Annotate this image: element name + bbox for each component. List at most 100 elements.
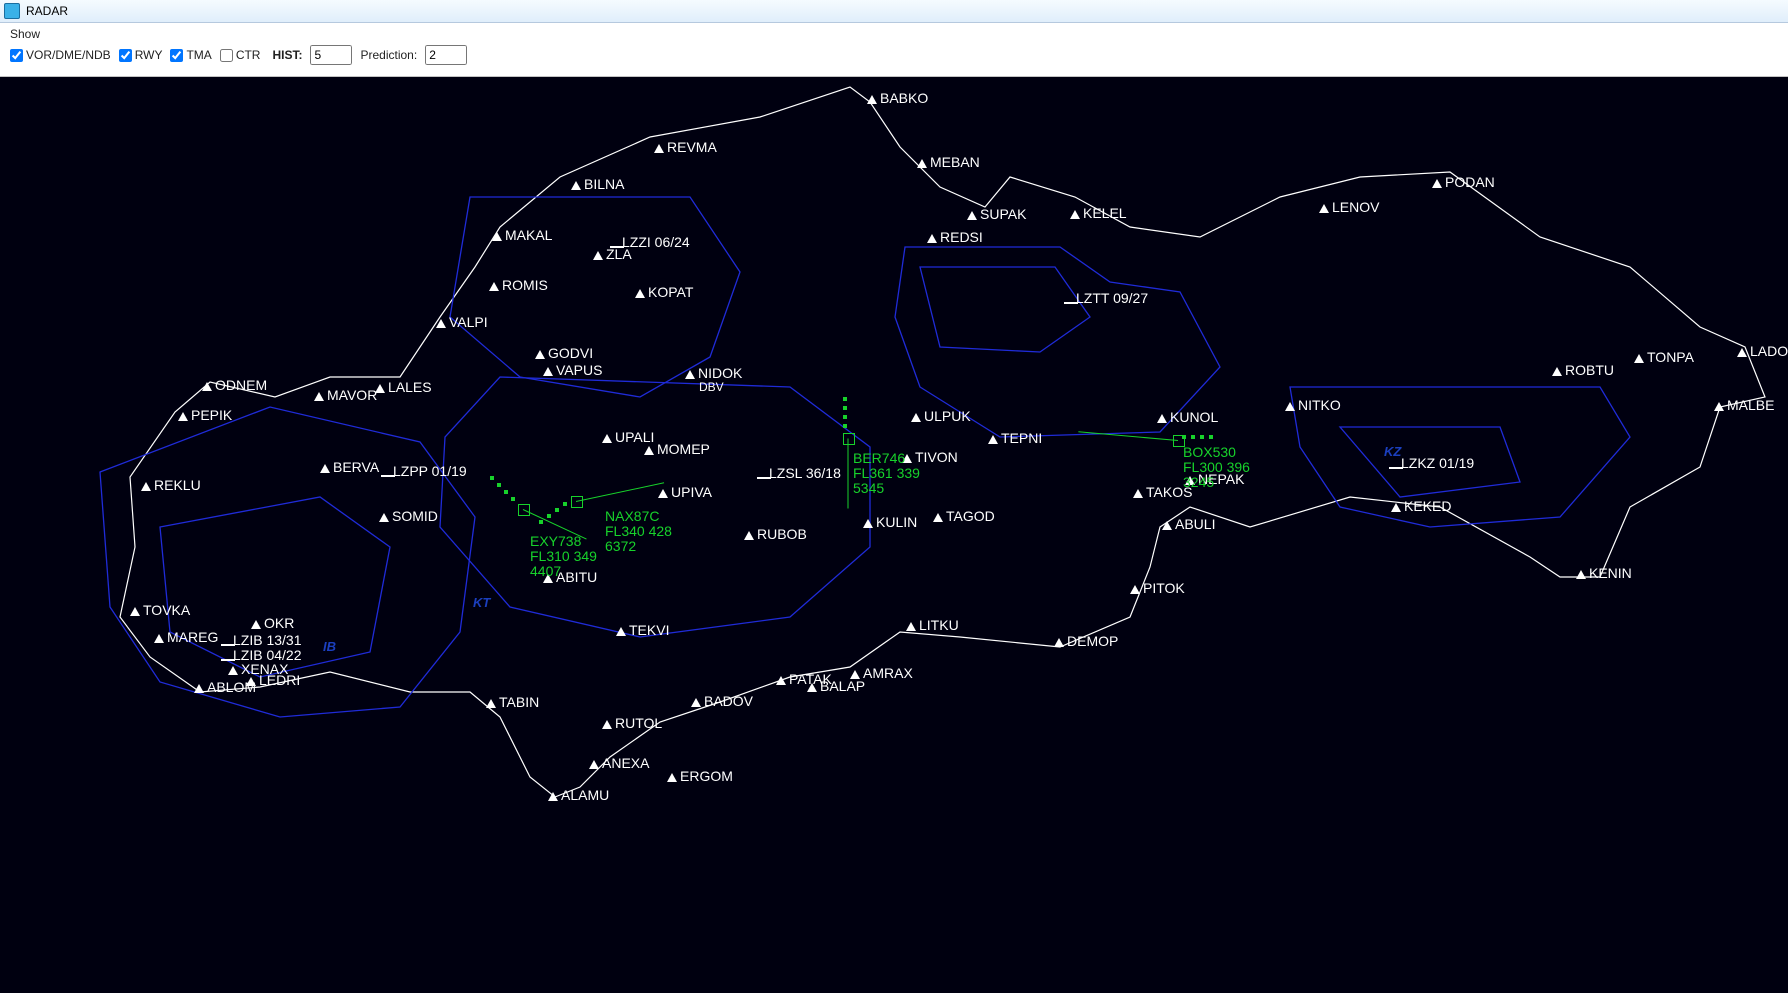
waypoint-icon (194, 684, 204, 693)
waypoint-label: GODVI (548, 345, 593, 361)
waypoint-label: MAKAL (505, 227, 552, 243)
waypoint-lenov: LENOV (1319, 199, 1379, 215)
aircraft-history-dot (555, 508, 559, 512)
waypoint-label: SOMID (392, 508, 438, 524)
waypoint-label: KENIN (1589, 565, 1632, 581)
app-icon (4, 3, 20, 19)
waypoint-babko: BABKO (867, 90, 928, 106)
waypoint-icon (228, 666, 238, 675)
waypoint-label: ULPUK (924, 408, 971, 424)
window-title: RADAR (26, 4, 68, 18)
toolbar: Show VOR/DME/NDB RWY TMA CTR HIST: Predi… (0, 23, 1788, 77)
waypoint-badov: BADOV (691, 693, 753, 709)
waypoint-label: ABLOM (207, 679, 256, 695)
waypoint-icon (667, 773, 677, 782)
nav-label: KZ (1384, 444, 1401, 459)
waypoint-icon (635, 289, 645, 298)
runway-lzib0422: LZIB 04/22 (233, 647, 302, 663)
waypoint-ulpuk: ULPUK (911, 408, 971, 424)
waypoint-kelel: KELEL (1070, 205, 1127, 221)
aircraft-history-dot (843, 406, 847, 410)
aircraft-callsign: BOX530 (1183, 445, 1250, 460)
waypoint-redsi: REDSI (927, 229, 983, 245)
waypoint-tonpa: TONPA (1634, 349, 1694, 365)
ctr-checkbox-input[interactable] (220, 49, 233, 62)
waypoint-label: KELEL (1083, 205, 1127, 221)
waypoint-icon (436, 319, 446, 328)
runway-lzkz0119: LZKZ 01/19 (1401, 455, 1474, 471)
rwy-checkbox[interactable]: RWY (119, 48, 163, 62)
aircraft-target-icon (843, 433, 855, 445)
waypoint-label: TOVKA (143, 602, 190, 618)
waypoint-nidok: NIDOKDBV (685, 365, 742, 393)
aircraft-history-dot (497, 483, 501, 487)
waypoint-icon (911, 413, 921, 422)
radar-display[interactable]: BABKOREVMAMEBANBILNAPODANLENOVSUPAKKELEL… (0, 77, 1788, 993)
waypoint-litku: LITKU (906, 617, 959, 633)
vor-checkbox[interactable]: VOR/DME/NDB (10, 48, 111, 62)
waypoint-icon (486, 699, 496, 708)
ctr-checkbox[interactable]: CTR (220, 48, 261, 62)
waypoint-icon (988, 435, 998, 444)
waypoint-bilna: BILNA (571, 176, 624, 192)
aircraft-datablock[interactable]: NAX87CFL340 4286372 (605, 509, 672, 554)
waypoint-label: DEMOP (1067, 633, 1118, 649)
waypoint-label: RUTOL (615, 715, 662, 731)
waypoint-label: LEDRI (259, 672, 300, 688)
waypoint-icon (1634, 354, 1644, 363)
aircraft-history-dot (1182, 435, 1186, 439)
waypoint-label: BADOV (704, 693, 753, 709)
waypoint-icon (927, 234, 937, 243)
waypoint-label: NITKO (1298, 397, 1341, 413)
runway-label: LZIB 04/22 (233, 647, 302, 663)
tma-checkbox[interactable]: TMA (170, 48, 211, 62)
waypoint-label: ROBTU (1565, 362, 1614, 378)
waypoint-icon (130, 607, 140, 616)
waypoint-icon (1162, 521, 1172, 530)
waypoint-icon (314, 392, 324, 401)
waypoint-okr: OKR (251, 615, 294, 631)
waypoint-reklu: REKLU (141, 477, 201, 493)
waypoint-icon (933, 513, 943, 522)
waypoint-icon (776, 676, 786, 685)
waypoint-kunol: KUNOL (1157, 409, 1218, 425)
aircraft-datablock[interactable]: BOX530FL300 3963245 (1183, 445, 1250, 490)
waypoint-label: TEKVI (629, 622, 669, 638)
waypoint-anexa: ANEXA (589, 755, 649, 771)
waypoint-tekvi: TEKVI (616, 622, 669, 638)
hist-label: HIST: (272, 48, 302, 62)
waypoint-label: VALPI (449, 314, 488, 330)
waypoint-label: REKLU (154, 477, 201, 493)
rwy-checkbox-input[interactable] (119, 49, 132, 62)
waypoint-icon (251, 620, 261, 629)
waypoint-icon (489, 282, 499, 291)
waypoint-robtu: ROBTU (1552, 362, 1614, 378)
aircraft-prediction-line (848, 439, 849, 509)
waypoint-icon (744, 531, 754, 540)
waypoint-godvi: GODVI (535, 345, 593, 361)
aircraft-line2: FL300 396 (1183, 460, 1250, 475)
aircraft-datablock[interactable]: EXY738FL310 3494407 (530, 534, 597, 579)
aircraft-line2: FL340 428 (605, 524, 672, 539)
waypoint-icon (1130, 585, 1140, 594)
waypoint-mareg: MAREG (154, 629, 218, 645)
nav-label: IB (323, 639, 336, 654)
hist-stepper[interactable] (310, 45, 352, 65)
runway-label: LZTT 09/27 (1076, 290, 1148, 306)
tma-checkbox-input[interactable] (170, 49, 183, 62)
waypoint-meban: MEBAN (917, 154, 980, 170)
waypoint-icon (548, 792, 558, 801)
pred-stepper[interactable] (425, 45, 467, 65)
waypoint-lales: LALES (375, 379, 432, 395)
vor-checkbox-input[interactable] (10, 49, 23, 62)
waypoint-kenin: KENIN (1576, 565, 1632, 581)
aircraft-history-dot (843, 397, 847, 401)
aircraft-callsign: BER746 (853, 451, 920, 466)
aircraft-callsign: EXY738 (530, 534, 597, 549)
aircraft-datablock[interactable]: BER746FL361 3395345 (853, 451, 920, 496)
waypoint-icon (867, 95, 877, 104)
aircraft-history-dot (539, 520, 543, 524)
waypoint-supak: SUPAK (967, 206, 1026, 222)
waypoint-icon (917, 159, 927, 168)
waypoint-icon (863, 519, 873, 528)
